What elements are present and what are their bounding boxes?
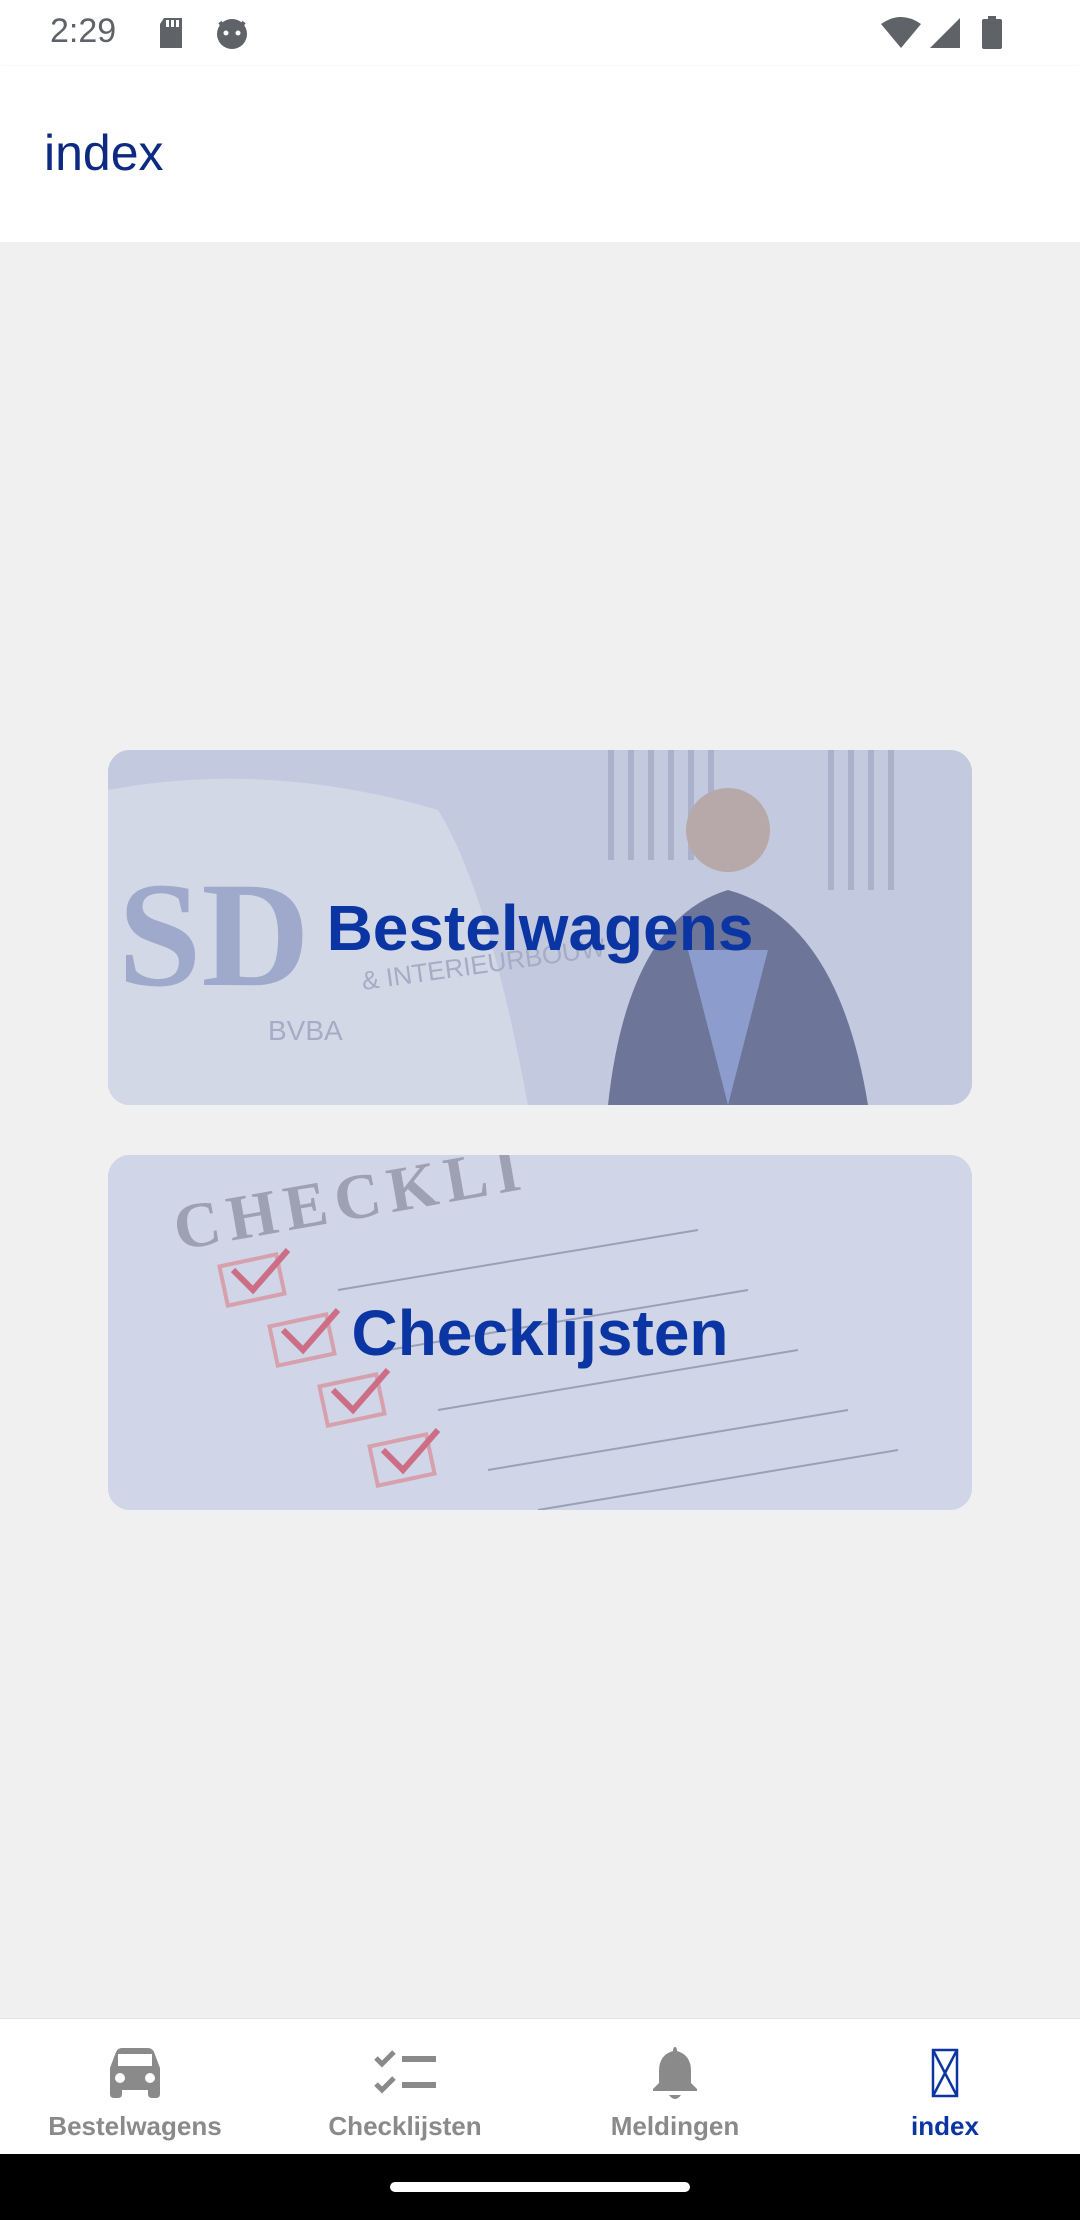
nav-label: Checklijsten [328,2111,482,2141]
system-navigation-bar [0,2154,1080,2220]
wifi-icon [880,16,922,55]
nav-item-index[interactable]: index [810,2019,1080,2155]
battery-icon [980,16,1004,55]
bottom-navigation: Bestelwagens Checklijsten Meldingen inde… [0,2018,1080,2154]
cat-face-icon [214,16,250,55]
svg-text:BVBA: BVBA [268,1015,343,1046]
main-content: SD BVBA & INTERIEURBOUW Bestelwagens CHE… [0,242,1080,2018]
nav-label: Meldingen [610,2111,740,2141]
status-time: 2:29 [50,12,117,50]
home-gesture-handle[interactable] [390,2182,690,2192]
bestelwagens-card-label: Bestelwagens [326,891,754,964]
bell-icon [540,2043,810,2103]
sd-card-icon [156,16,186,55]
nav-item-bestelwagens[interactable]: Bestelwagens [0,2019,270,2155]
checklijsten-card-label: Checklijsten [351,1296,729,1369]
checklijsten-card[interactable]: CHECKLI Checklijsten [108,1155,972,1510]
nav-label: index [911,2111,979,2141]
nav-item-checklijsten[interactable]: Checklijsten [270,2019,540,2155]
car-icon [0,2043,270,2103]
status-bar: 2:29 [0,0,1080,66]
bestelwagens-card[interactable]: SD BVBA & INTERIEURBOUW Bestelwagens [108,750,972,1105]
nav-label: Bestelwagens [48,2111,222,2141]
nav-item-meldingen[interactable]: Meldingen [540,2019,810,2155]
checklist-icon [270,2043,540,2103]
page-title: index [44,125,164,181]
index-icon [810,2043,1080,2103]
cell-signal-icon [928,16,962,55]
app-bar: index [0,66,1080,242]
